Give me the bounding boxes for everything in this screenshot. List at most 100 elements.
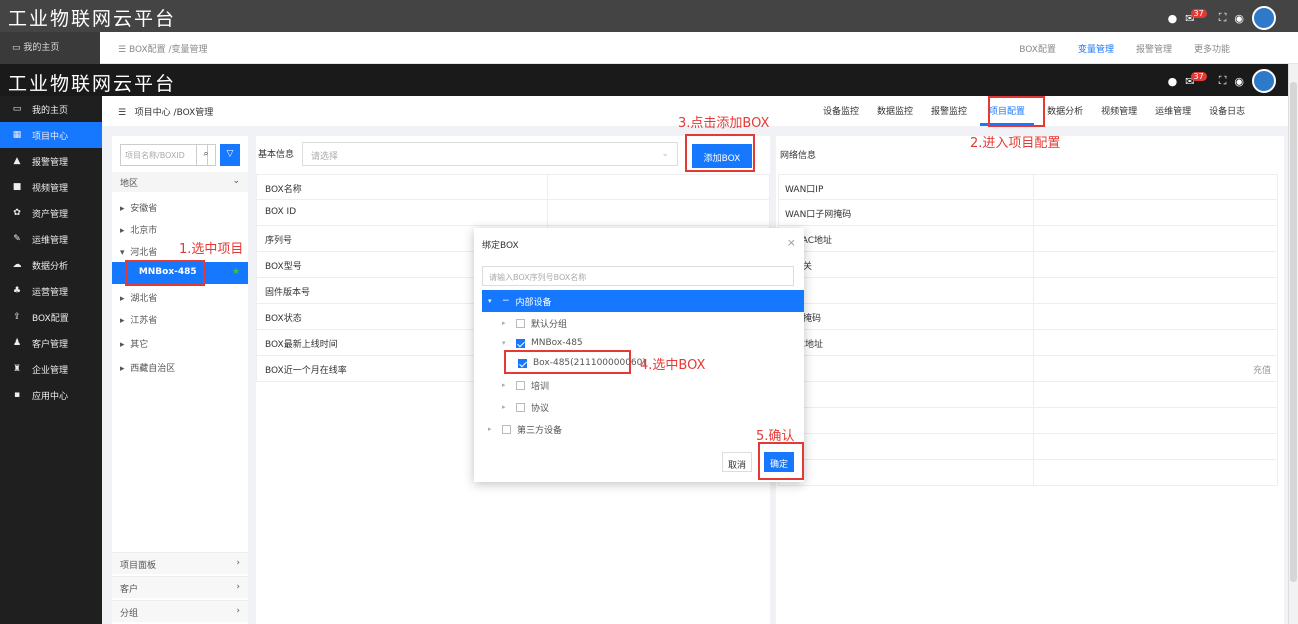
- tree-label: 江苏省: [130, 316, 158, 326]
- sidebar-item-label: 资产管理: [32, 209, 69, 220]
- avatar[interactable]: [1252, 6, 1276, 30]
- tree-node[interactable]: ▸ 湖北省: [112, 286, 248, 308]
- people-icon: ♣: [12, 286, 22, 296]
- sidebar-item-label: 企业管理: [32, 365, 69, 376]
- sidebar-item[interactable]: ▦ 项目中心: [0, 122, 102, 148]
- minus-icon: −: [502, 296, 510, 306]
- menu-toggle-icon[interactable]: ☰: [118, 108, 126, 118]
- tab-data-analysis[interactable]: 数据分析: [1038, 96, 1092, 126]
- background-tab[interactable]: 变量管理: [1078, 42, 1114, 55]
- network-field-row: 口MAC地址: [778, 226, 1278, 252]
- fullscreen-icon[interactable]: ⛶: [1219, 74, 1227, 88]
- dialog-tree-node[interactable]: ▸ 协议: [482, 396, 804, 418]
- mail-icon[interactable]: ✉37: [1185, 71, 1210, 88]
- globe-icon[interactable]: ◉: [1234, 12, 1244, 25]
- fullscreen-icon[interactable]: ⛶: [1219, 11, 1227, 25]
- avatar[interactable]: [1252, 69, 1276, 93]
- network-field-row: 量: [778, 408, 1278, 434]
- help-icon[interactable]: ●: [1168, 12, 1178, 25]
- box-field-row: BOX ID: [256, 200, 770, 226]
- project-search-input[interactable]: 项目名称/BOXID: [120, 144, 208, 166]
- sidebar-item[interactable]: ✿ 资产管理: [0, 200, 102, 226]
- sidebar-item[interactable]: ♟ 客户管理: [0, 330, 102, 356]
- checkbox[interactable]: [502, 424, 511, 434]
- field-label: BOX最新上线时间: [265, 340, 338, 350]
- checkbox[interactable]: [516, 380, 525, 390]
- group-row[interactable]: 分组 ›: [112, 600, 248, 622]
- sidebar-item[interactable]: ■ 视频管理: [0, 174, 102, 200]
- scrollbar-thumb[interactable]: [1290, 82, 1297, 582]
- region-header[interactable]: 地区 ⌄: [112, 172, 248, 192]
- node-label: 默认分组: [531, 319, 568, 330]
- sidebar-item[interactable]: ☁ 数据分析: [0, 252, 102, 278]
- cancel-button[interactable]: 取消: [722, 452, 752, 472]
- mail-badge: 37: [1190, 71, 1207, 81]
- basic-info-label: 基本信息: [258, 150, 295, 160]
- close-icon[interactable]: ×: [787, 236, 796, 249]
- dialog-search-input[interactable]: 请输入BOX序列号BOX名称: [482, 266, 794, 286]
- sidebar-item[interactable]: ▭ 我的主页: [0, 96, 102, 122]
- mail-icon[interactable]: ✉37: [1185, 8, 1210, 25]
- sidebar-item[interactable]: ▲ 报警管理: [0, 148, 102, 174]
- dialog-title: 绑定BOX: [482, 241, 519, 251]
- sidebar-item[interactable]: ⇪ BOX配置: [0, 304, 102, 330]
- search-icon[interactable]: ⌕: [196, 144, 216, 166]
- region-label: 地区: [120, 179, 139, 189]
- background-tab[interactable]: 报警管理: [1136, 42, 1172, 55]
- tree-node[interactable]: ▸ 西藏自治区: [112, 356, 248, 378]
- network-field-row: MAC地址: [778, 330, 1278, 356]
- dialog-tree-node[interactable]: ▾ − 内部设备: [482, 290, 804, 312]
- bottom-label: 客户: [120, 585, 139, 595]
- sidebar-item[interactable]: ♣ 运营管理: [0, 278, 102, 304]
- network-field-row: 间: [778, 460, 1278, 486]
- background-tab[interactable]: 更多功能: [1194, 42, 1230, 55]
- tab-video[interactable]: 视频管理: [1092, 96, 1146, 126]
- help-icon[interactable]: ●: [1168, 75, 1178, 88]
- tab-ops[interactable]: 运维管理: [1146, 96, 1200, 126]
- tab-device-log[interactable]: 设备日志: [1200, 96, 1254, 126]
- sidebar-item-label: 客户管理: [32, 339, 69, 350]
- checkbox[interactable]: [516, 338, 525, 348]
- sidebar-item[interactable]: ♜ 企业管理: [0, 356, 102, 382]
- background-sidebar-item[interactable]: ▭ 我的主页: [12, 40, 59, 53]
- globe-icon[interactable]: ◉: [1234, 75, 1244, 88]
- background-tabs: BOX配置 变量管理 报警管理 更多功能: [1019, 42, 1230, 55]
- tab-data-monitor[interactable]: 数据监控: [868, 96, 922, 126]
- network-field-row: 量: [778, 434, 1278, 460]
- sidebar-item[interactable]: ✎ 运维管理: [0, 226, 102, 252]
- box-select[interactable]: 请选择 ⌄: [302, 142, 678, 166]
- tree-node[interactable]: ▸ 安徽省: [112, 196, 248, 218]
- page-scrollbar[interactable]: [1288, 64, 1298, 624]
- field-label: WAN口IP: [785, 185, 824, 195]
- customer-row[interactable]: 客户 ›: [112, 576, 248, 598]
- chevron-right-icon: ›: [236, 558, 240, 568]
- chevron-down-icon: ▾: [502, 339, 506, 347]
- tree-node[interactable]: ▸ 江苏省: [112, 308, 248, 330]
- recharge-link[interactable]: 充值: [1253, 363, 1271, 376]
- cell-divider: [1033, 434, 1034, 460]
- dialog-tree-node[interactable]: ▸ 培训: [482, 374, 804, 396]
- sidebar-item-label: 应用中心: [32, 391, 69, 402]
- tab-device-monitor[interactable]: 设备监控: [814, 96, 868, 126]
- project-panel-row[interactable]: 项目面板 ›: [112, 552, 248, 574]
- chevron-right-icon: ▸: [502, 403, 506, 411]
- breadcrumb: ☰ 项目中心 /BOX管理: [118, 105, 213, 118]
- tree-label: 河北省: [130, 248, 158, 258]
- filter-icon[interactable]: ▽: [220, 144, 240, 166]
- annotation-box: [758, 442, 804, 480]
- tree-node[interactable]: ▸ 其它: [112, 332, 248, 354]
- checkbox[interactable]: [516, 318, 525, 328]
- tree-node[interactable]: ▸ 北京市: [112, 218, 248, 240]
- background-tab[interactable]: BOX配置: [1019, 42, 1056, 55]
- tab-alarm-monitor[interactable]: 报警监控: [922, 96, 976, 126]
- top-icons: ● ✉37 ⛶ ◉: [1168, 69, 1276, 93]
- cell-divider: [1033, 200, 1034, 226]
- dialog-tree-node[interactable]: ▸ 默认分组: [482, 312, 804, 334]
- tree-label: 安徽省: [130, 204, 158, 214]
- network-field-row: IP: [778, 278, 1278, 304]
- field-label: WAN口子网掩码: [785, 210, 852, 220]
- monitor-icon: ▭: [12, 104, 22, 114]
- star-icon[interactable]: ★: [232, 267, 240, 277]
- sidebar-item[interactable]: ▪ 应用中心: [0, 382, 102, 408]
- checkbox[interactable]: [516, 402, 525, 412]
